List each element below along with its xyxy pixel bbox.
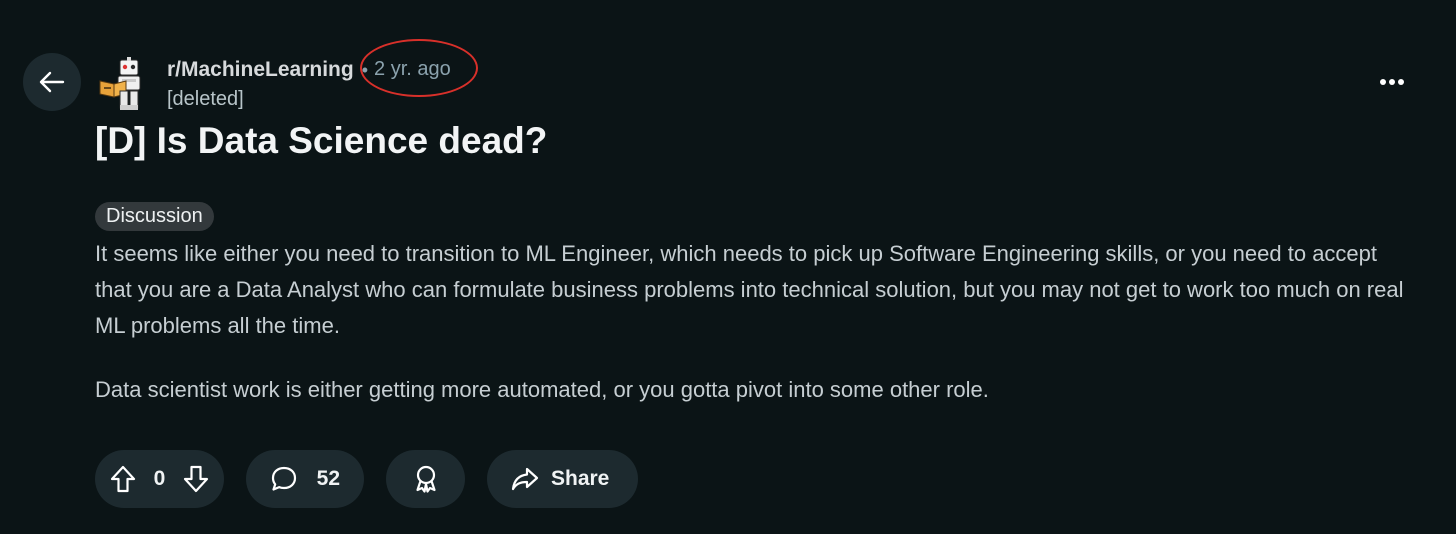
post-page: r/MachineLearning • 2 yr. ago [deleted] … xyxy=(0,0,1456,534)
more-horizontal-icon-dot xyxy=(1389,79,1395,85)
more-horizontal-icon-dot xyxy=(1398,79,1404,85)
share-label: Share xyxy=(551,467,610,490)
post-body-paragraph: Data scientist work is either getting mo… xyxy=(95,377,989,402)
vote-group: 0 xyxy=(95,450,224,508)
downvote-arrow-icon xyxy=(183,465,209,493)
upvote-arrow-icon xyxy=(110,465,136,493)
post-body: It seems like either you need to transit… xyxy=(95,236,1415,408)
arrow-left-icon xyxy=(39,71,65,93)
annotation-circle xyxy=(360,39,479,97)
back-button[interactable] xyxy=(23,53,81,111)
downvote-button[interactable] xyxy=(182,464,210,494)
comment-bubble-icon xyxy=(271,466,297,491)
share-arrow-icon xyxy=(511,467,539,491)
award-button[interactable] xyxy=(386,450,465,508)
share-button[interactable]: Share xyxy=(487,450,638,508)
vote-count: 0 xyxy=(153,467,166,490)
post-title: [D] Is Data Science dead? xyxy=(95,120,548,161)
upvote-button[interactable] xyxy=(109,464,137,494)
more-options-button[interactable] xyxy=(1370,66,1414,98)
award-icon xyxy=(415,465,436,493)
comment-count: 52 xyxy=(316,467,340,490)
post-actions: 0 52 Share xyxy=(95,450,638,508)
post-meta: r/MachineLearning • 2 yr. ago [deleted] xyxy=(167,39,479,112)
more-horizontal-icon xyxy=(1380,79,1386,85)
post-body-paragraph: It seems like either you need to transit… xyxy=(95,241,1404,338)
post-flair[interactable]: Discussion xyxy=(95,202,214,231)
timestamp-wrapper: 2 yr. ago xyxy=(360,39,479,97)
subreddit-link[interactable]: r/MachineLearning xyxy=(167,57,354,83)
comments-button[interactable]: 52 xyxy=(246,450,364,508)
subreddit-avatar[interactable] xyxy=(98,57,148,111)
